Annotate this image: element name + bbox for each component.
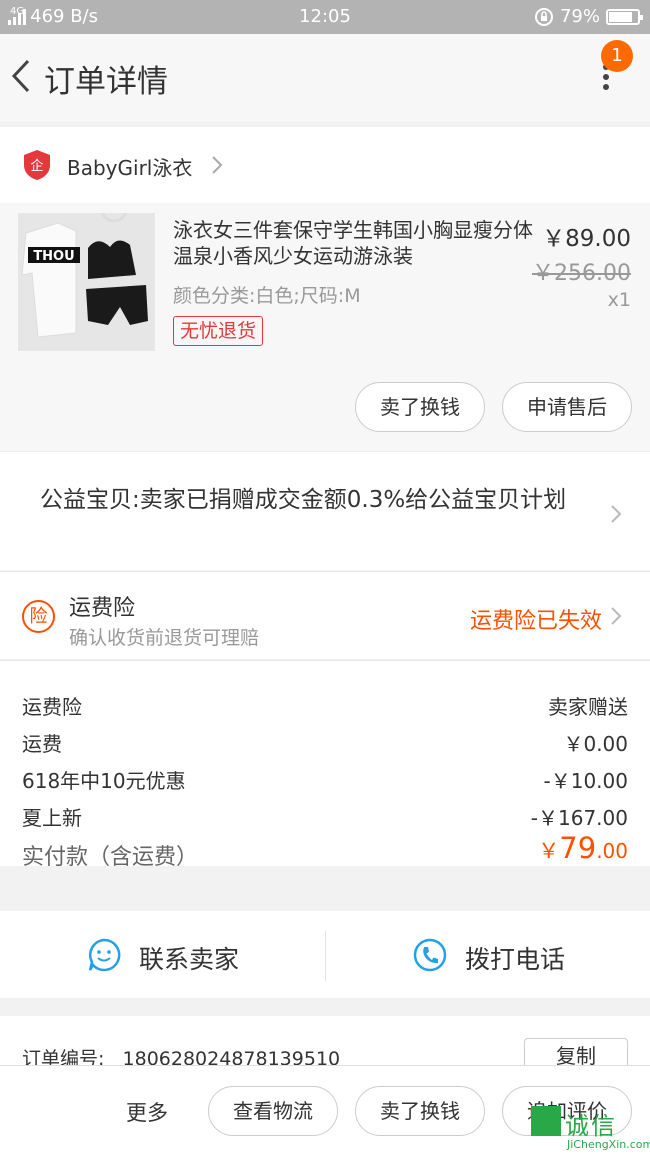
back-arrow-icon[interactable] xyxy=(8,56,34,96)
insurance-subtitle: 确认收货前退货可理赔 xyxy=(69,627,260,649)
fee-row: 618年中10元优惠 -￥10.00 xyxy=(22,765,628,795)
contact-bar: 联系卖家 拨打电话 xyxy=(0,911,650,998)
phone-icon xyxy=(413,938,447,972)
watermark-text: 诚信 xyxy=(565,1112,617,1140)
apply-after-sale-button[interactable]: 申请售后 xyxy=(502,382,632,432)
insurance-title: 运费险 xyxy=(69,596,136,621)
total-decimal: .00 xyxy=(596,839,628,863)
product-image-print: THOU xyxy=(33,249,74,264)
fee-label: 运费险 xyxy=(22,695,82,719)
rotation-lock-icon xyxy=(534,7,553,26)
battery-percent: 79% xyxy=(559,6,600,27)
sell-for-cash-button[interactable]: 卖了换钱 xyxy=(355,382,485,432)
fee-row: 运费险 卖家赠送 xyxy=(22,691,628,721)
total-paid-amount: ￥79.00 xyxy=(538,831,628,865)
charity-row[interactable]: 公益宝贝:卖家已捐赠成交金额0.3%给公益宝贝计划 xyxy=(0,451,650,570)
fee-summary: 运费险 卖家赠送 运费 ￥0.00 618年中10元优惠 -￥10.00 夏上新… xyxy=(0,660,650,870)
fee-row: 夏上新 -￥167.00 xyxy=(22,802,628,832)
product-quantity: x1 xyxy=(607,289,631,311)
product-image[interactable]: THOU xyxy=(18,213,155,351)
chevron-right-icon xyxy=(611,607,622,625)
call-phone-button[interactable]: 拨打电话 xyxy=(412,937,565,974)
product-title[interactable]: 泳衣女三件套保守学生韩国小胸显瘦分体温泉小香风少女运动游泳装 xyxy=(173,217,533,269)
fee-value: -￥167.00 xyxy=(530,806,628,830)
worry-free-return-tag: 无忧退货 xyxy=(173,316,264,346)
page-title: 订单详情 xyxy=(44,64,168,100)
product-price: ￥89.00 xyxy=(542,226,631,252)
product-card: THOU 泳衣女三件套保守学生韩国小胸显瘦分体温泉小香风少女运动游泳装 颜色分类… xyxy=(0,203,650,451)
chevron-right-icon xyxy=(611,505,622,523)
product-original-price: ￥256.00 xyxy=(532,261,631,286)
chat-smile-icon xyxy=(88,938,121,972)
chevron-right-icon xyxy=(212,156,223,174)
fee-label: 运费 xyxy=(22,732,62,756)
charity-text: 公益宝贝:卖家已捐赠成交金额0.3%给公益宝贝计划 xyxy=(40,487,567,513)
contact-seller-label: 联系卖家 xyxy=(139,945,240,974)
fee-value: ￥0.00 xyxy=(563,732,628,756)
view-logistics-button[interactable]: 查看物流 xyxy=(208,1086,338,1136)
sell-for-cash-button[interactable]: 卖了换钱 xyxy=(355,1086,485,1136)
shop-row[interactable]: 企 BabyGirl泳衣 xyxy=(0,127,650,203)
notification-badge: 1 xyxy=(601,40,633,72)
status-bar: 4G 469 B/s 12:05 79% xyxy=(0,0,650,34)
fee-row: 运费 ￥0.00 xyxy=(22,728,628,758)
header: 订单详情 1 xyxy=(0,34,650,122)
total-integer: 79 xyxy=(559,831,597,865)
clock: 12:05 xyxy=(299,6,351,27)
shop-name[interactable]: BabyGirl泳衣 xyxy=(67,152,192,181)
fee-label: 618年中10元优惠 xyxy=(22,769,186,793)
watermark-url: JiChengXin.com xyxy=(567,1138,650,1151)
enterprise-shield-icon: 企 xyxy=(24,150,50,180)
insurance-status: 运费险已失效 xyxy=(469,609,602,634)
site-watermark: 诚信 JiChengXin.com xyxy=(531,1106,650,1154)
contact-seller-button[interactable]: 联系卖家 xyxy=(86,937,239,974)
call-phone-label: 拨打电话 xyxy=(465,945,566,974)
more-actions-link[interactable]: 更多 xyxy=(126,1097,168,1127)
fee-label: 夏上新 xyxy=(22,806,82,830)
battery-icon xyxy=(606,8,643,25)
shipping-insurance-row[interactable]: 险 运费险 确认收货前退货可理赔 运费险已失效 xyxy=(0,571,650,659)
insurance-icon: 险 xyxy=(22,600,55,633)
order-number-row: 订单编号: 180628024878139510 复制 xyxy=(0,1016,650,1072)
divider xyxy=(325,931,326,981)
fee-value: 卖家赠送 xyxy=(548,695,628,719)
product-sku: 颜色分类:白色;尺码:M xyxy=(173,285,361,307)
svg-text:企: 企 xyxy=(30,158,43,174)
total-paid-label: 实付款（含运费） xyxy=(22,845,199,870)
fee-value: -￥10.00 xyxy=(543,769,628,793)
total-currency: ￥ xyxy=(538,839,560,863)
watermark-logo xyxy=(531,1106,561,1136)
